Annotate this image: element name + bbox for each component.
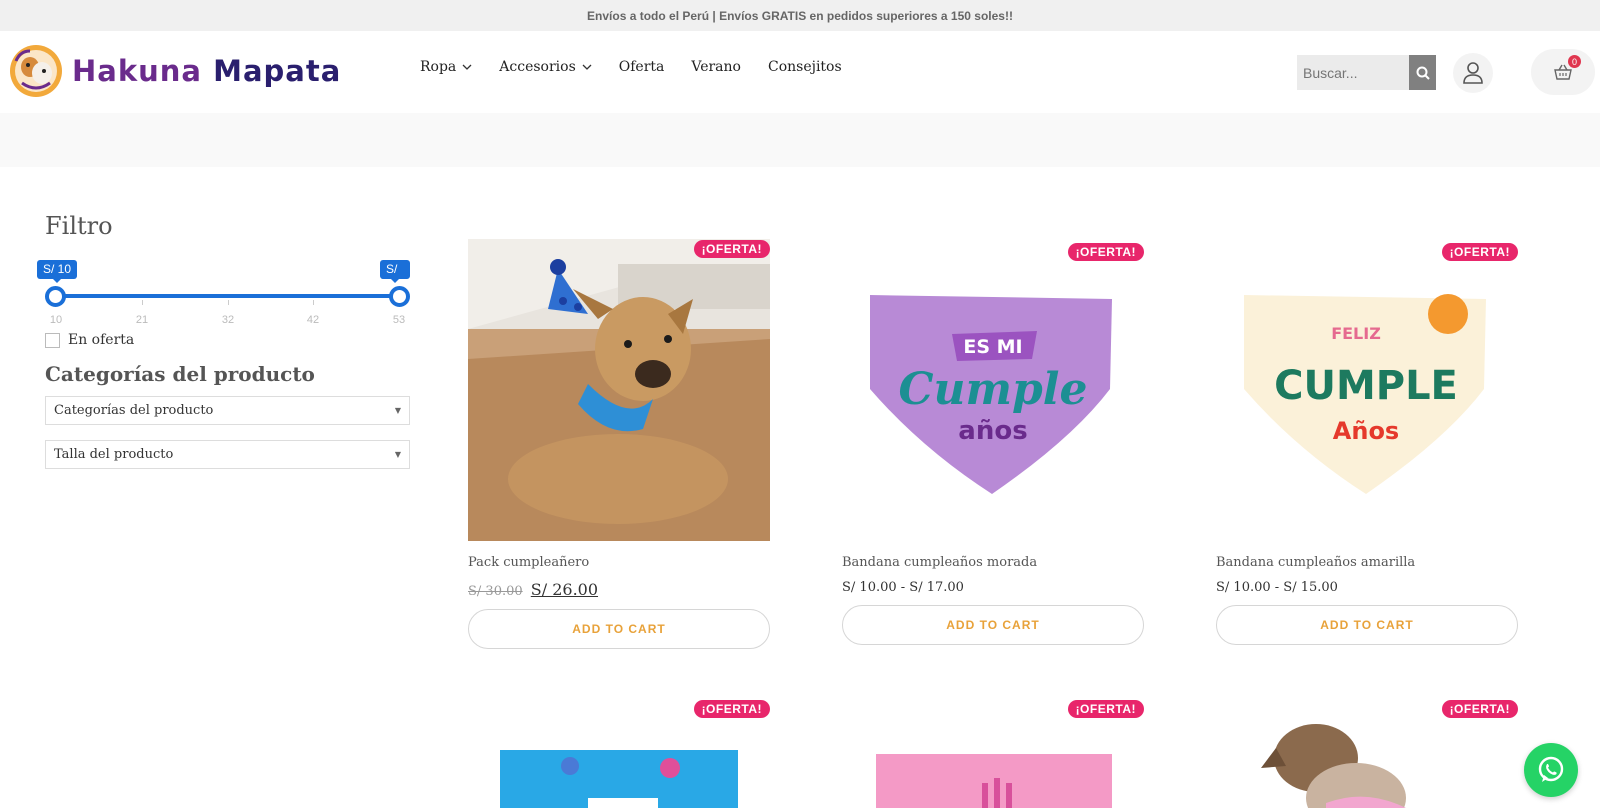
tick-label: 53 (392, 314, 406, 326)
onsale-label: En oferta (68, 332, 135, 348)
product-card: ES MI Cumple años ¡OFERTA! Bandana cumpl… (842, 239, 1144, 645)
sale-badge: ¡OFERTA! (1067, 700, 1144, 718)
bandana-text-3: años (958, 416, 1027, 446)
new-price: S/ 26.00 (530, 580, 599, 599)
user-icon (1463, 62, 1483, 84)
product-name[interactable]: Pack cumpleañero (468, 555, 770, 570)
price-min-tooltip: S/ 10 (37, 260, 78, 283)
sale-badge: ¡OFERTA! (1441, 243, 1518, 261)
nav-item-oferta[interactable]: Oferta (619, 59, 665, 75)
page-banner (0, 113, 1600, 167)
chevron-down-icon (462, 64, 472, 70)
price-ticks: 10 21 32 42 53 (45, 300, 410, 326)
nav-item-label: Ropa (420, 59, 457, 75)
logo-wordmark: Hakuna Mapata (72, 54, 341, 88)
logo-mark-icon (10, 45, 62, 97)
whatsapp-icon (1538, 756, 1564, 782)
product-photo-bandana-yellow: FELIZ CUMPLE Años (1216, 239, 1518, 541)
search-input[interactable] (1297, 55, 1409, 90)
dropdown-arrow-icon: ▼ (394, 450, 401, 459)
cart-count-badge: 0 (1568, 55, 1581, 68)
product-price: S/ 10.00 - S/ 17.00 (842, 580, 964, 595)
announcement-text: Envíos a todo el Perú | Envíos GRATIS en… (587, 8, 1013, 23)
nav-item-label: Consejitos (767, 59, 842, 75)
whatsapp-button[interactable] (1524, 743, 1578, 797)
onsale-checkbox[interactable] (45, 332, 60, 348)
main-nav: Ropa Accesorios Oferta Verano Consejitos (420, 59, 869, 75)
bandana-text-1: ES MI (963, 336, 1022, 358)
site-logo[interactable]: Hakuna Mapata (8, 43, 341, 99)
categories-title: Categorías del producto (45, 362, 315, 386)
product-name[interactable]: Bandana cumpleaños morada (842, 555, 1144, 570)
product-card: ¡OFERTA! (468, 698, 770, 808)
nav-item-verano[interactable]: Verano (691, 59, 741, 75)
size-select-value: Talla del producto (54, 447, 174, 462)
bandana-text-1: FELIZ (1331, 324, 1381, 343)
sale-badge: ¡OFERTA! (1441, 700, 1518, 718)
chevron-down-icon (582, 64, 592, 70)
sale-badge: ¡OFERTA! (693, 700, 770, 718)
product-image[interactable]: ES MI Cumple años ¡OFERTA! (842, 239, 1144, 541)
categories-select-value: Categorías del producto (54, 403, 214, 418)
bandana-text-2: Cumple (898, 364, 1087, 415)
search-button[interactable] (1409, 55, 1436, 90)
logo-word-1: Hakuna (72, 54, 202, 88)
nav-item-label: Accesorios (499, 59, 576, 75)
product-image[interactable]: FELIZ CUMPLE Años ¡OFERTA! (1216, 239, 1518, 541)
product-card: FELIZ CUMPLE Años ¡OFERTA! Bandana cumpl… (1216, 239, 1518, 645)
sale-badge: ¡OFERTA! (693, 240, 770, 258)
logo-word-2: Mapata (213, 54, 342, 88)
product-price: S/ 10.00 - S/ 15.00 (1216, 580, 1338, 595)
product-image[interactable]: ¡OFERTA! (842, 698, 1144, 808)
search-form (1297, 55, 1436, 90)
tick-mark (228, 300, 229, 305)
tick-mark (142, 300, 143, 305)
tick-label: 21 (135, 314, 149, 326)
filter-title: Filtro (45, 212, 113, 240)
price-max-tooltip: S/ 53 (380, 260, 410, 295)
nav-item-label: Oferta (618, 59, 665, 75)
bandana-text-2: CUMPLE (1274, 363, 1458, 409)
bandana-text-3: Años (1333, 417, 1399, 445)
price-slider-track[interactable] (55, 294, 399, 298)
product-card: ¡OFERTA! (842, 698, 1144, 808)
add-to-cart-button[interactable]: ADD TO CART (468, 609, 770, 649)
tick-mark (313, 300, 314, 305)
cart-button[interactable]: 0 (1531, 49, 1595, 95)
dropdown-arrow-icon: ▼ (394, 406, 401, 415)
add-to-cart-button[interactable]: ADD TO CART (1216, 605, 1518, 645)
onsale-filter[interactable]: En oferta (45, 332, 410, 348)
product-photo-dog-party (468, 239, 770, 541)
product-image[interactable]: ¡OFERTA! (1216, 698, 1518, 808)
nav-item-label: Verano (691, 59, 741, 75)
add-to-cart-button[interactable]: ADD TO CART (842, 605, 1144, 645)
product-image[interactable]: ¡OFERTA! (468, 698, 770, 808)
announcement-bar: Envíos a todo el Perú | Envíos GRATIS en… (0, 0, 1600, 31)
search-icon (1416, 66, 1430, 80)
old-price: S/ 30.00 (468, 584, 523, 599)
price-slider[interactable]: S/ 10 S/ 53 10 21 32 42 53 (37, 260, 410, 330)
tick-label: 42 (306, 314, 320, 326)
product-photo-bandana-purple: ES MI Cumple años (842, 239, 1144, 541)
size-select[interactable]: Talla del producto ▼ (45, 440, 410, 469)
nav-item-consejitos[interactable]: Consejitos (768, 59, 842, 75)
filter-sidebar: Filtro S/ 10 S/ 53 10 21 32 42 53 En ofe… (37, 212, 410, 469)
product-name[interactable]: Bandana cumpleaños amarilla (1216, 555, 1518, 570)
nav-item-ropa[interactable]: Ropa (420, 59, 472, 75)
sale-badge: ¡OFERTA! (1067, 243, 1144, 261)
product-card: ¡OFERTA! (1216, 698, 1518, 808)
product-card: ¡OFERTA! Pack cumpleañero S/ 30.00 S/ 26… (468, 239, 770, 649)
categories-select[interactable]: Categorías del producto ▼ (45, 396, 410, 425)
account-button[interactable] (1453, 53, 1493, 93)
product-image[interactable]: ¡OFERTA! (468, 239, 770, 541)
nav-item-accesorios[interactable]: Accesorios (499, 59, 592, 75)
tick-label: 10 (49, 314, 63, 326)
product-price: S/ 30.00 S/ 26.00 (468, 580, 770, 599)
site-header: Hakuna Mapata Ropa Accesorios Oferta Ver… (0, 31, 1600, 113)
tick-label: 32 (221, 314, 235, 326)
